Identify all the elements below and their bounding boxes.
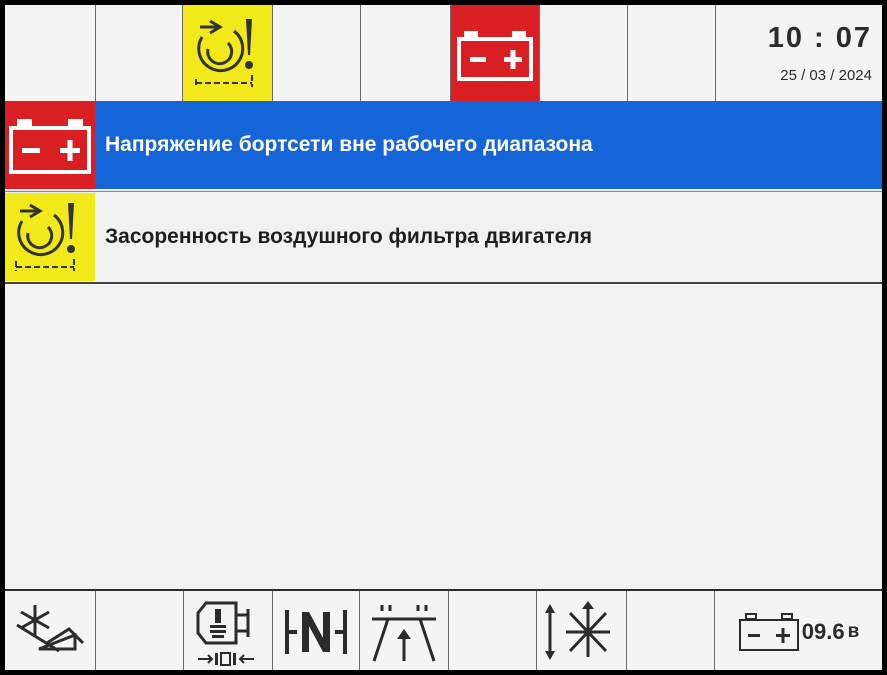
battery-voltage-value: 09.6 bbox=[801, 618, 845, 644]
air-filter-warning-icon[interactable] bbox=[183, 5, 273, 101]
alert-row[interactable]: Засоренность воздушного фильтра двигател… bbox=[5, 191, 882, 284]
alert-text: Напряжение бортсети вне рабочего диапазо… bbox=[105, 133, 593, 156]
transmission-oil-icon[interactable] bbox=[184, 591, 273, 670]
alert-row-selected[interactable]: Напряжение бортсети вне рабочего диапазо… bbox=[5, 101, 882, 189]
clock-time: 10 : 07 bbox=[767, 22, 872, 54]
bottom-slot-8 bbox=[627, 591, 715, 670]
clock: 10 : 07 25 / 03 / 2024 bbox=[716, 5, 882, 101]
status-slot-4 bbox=[273, 5, 361, 101]
neutral-gear-icon[interactable] bbox=[273, 591, 360, 670]
air-filter-warning-icon bbox=[5, 193, 95, 281]
battery-voltage-readout: 09.6 в bbox=[715, 591, 882, 670]
status-slot-8 bbox=[628, 5, 716, 101]
battery-voltage-icon bbox=[738, 612, 799, 651]
status-slot-1 bbox=[5, 5, 96, 101]
status-slot-5 bbox=[361, 5, 451, 101]
bottom-status-bar: 09.6 в bbox=[5, 589, 882, 670]
lift-mast-icon[interactable] bbox=[360, 591, 449, 670]
battery-icon bbox=[5, 101, 95, 189]
status-slot-7 bbox=[540, 5, 628, 101]
alert-text: Засоренность воздушного фильтра двигател… bbox=[105, 225, 592, 248]
hydraulic-spread-icon[interactable] bbox=[537, 591, 627, 670]
clock-date: 25 / 03 / 2024 bbox=[780, 67, 872, 84]
fan-off-icon[interactable] bbox=[5, 591, 96, 670]
bottom-slot-6 bbox=[449, 591, 537, 670]
status-slot-2 bbox=[96, 5, 183, 101]
dashboard-screen: 10 : 07 25 / 03 / 2024 Напряжение бортсе… bbox=[5, 5, 882, 670]
status-bar: 10 : 07 25 / 03 / 2024 bbox=[5, 5, 882, 103]
battery-icon[interactable] bbox=[451, 5, 540, 101]
battery-voltage-unit: в bbox=[847, 620, 860, 642]
bottom-slot-2 bbox=[96, 591, 184, 670]
